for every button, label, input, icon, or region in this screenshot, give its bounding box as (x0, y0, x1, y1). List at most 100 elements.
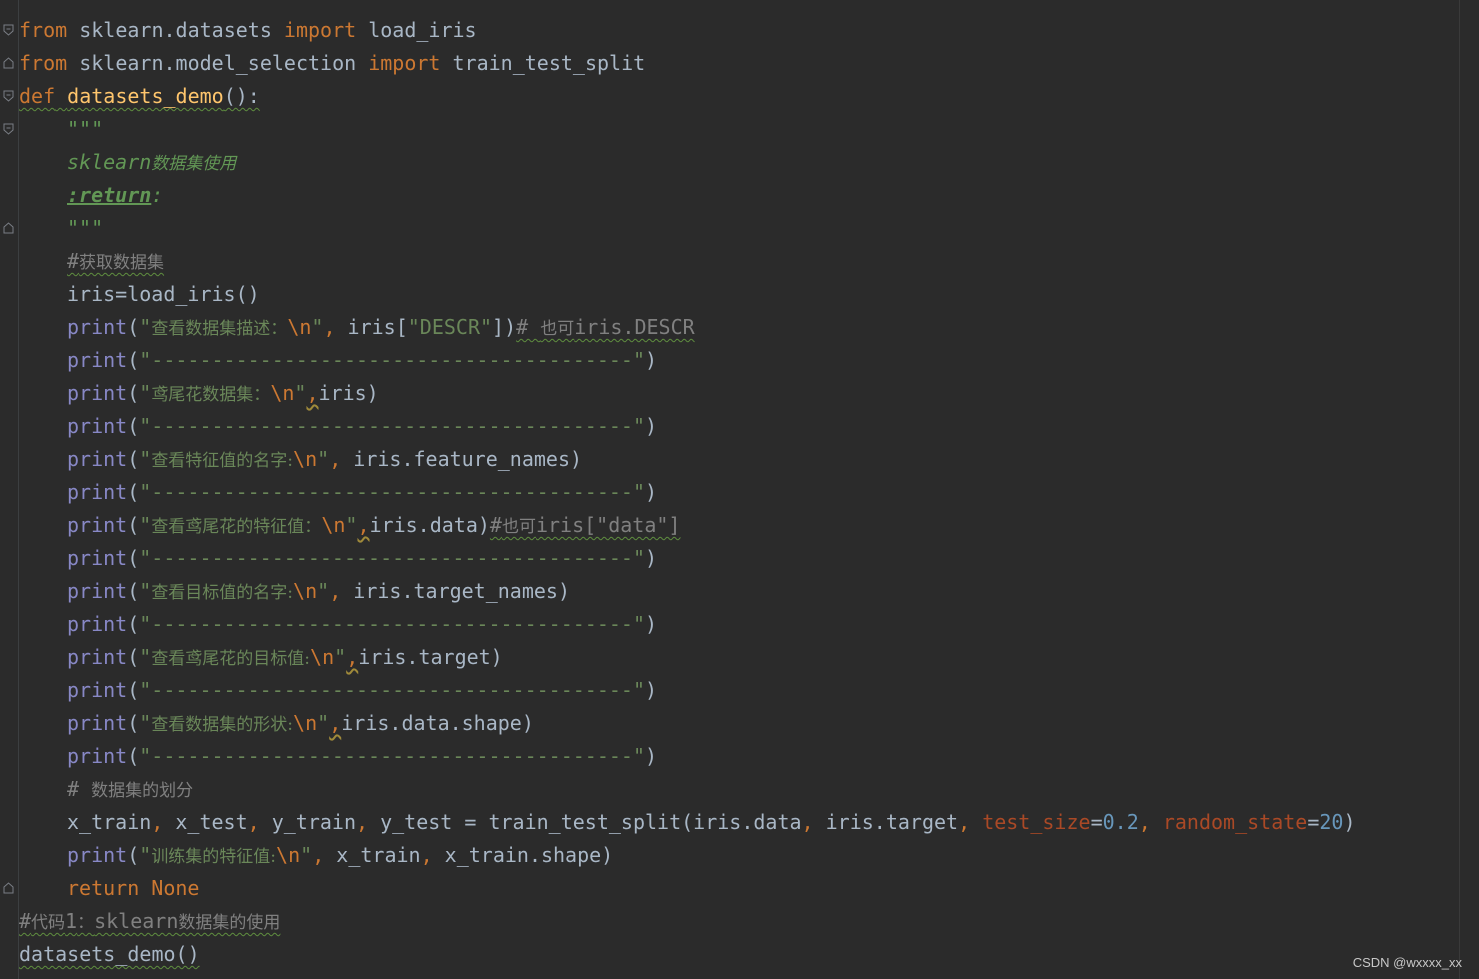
fold-open-icon[interactable] (3, 24, 14, 36)
code-line[interactable]: return None (19, 872, 1356, 905)
code-token: , (1138, 810, 1151, 834)
code-token: x_train (324, 843, 421, 867)
code-line[interactable]: #获取数据集 (19, 245, 1356, 278)
code-line[interactable]: def datasets_demo(): (19, 80, 1356, 113)
code-token: " (139, 711, 152, 735)
code-line[interactable]: from sklearn.datasets import load_iris (19, 14, 1356, 47)
code-token: ( (127, 447, 140, 471)
code-token: "---------------------------------------… (139, 480, 645, 504)
code-line[interactable]: print("---------------------------------… (19, 608, 1356, 641)
code-token: , (357, 513, 370, 537)
code-token: , (420, 843, 433, 867)
code-token: ( (127, 348, 140, 372)
code-token: iris.data) (369, 513, 490, 537)
code-line[interactable]: from sklearn.model_selection import trai… (19, 47, 1356, 80)
code-token: " (139, 645, 152, 669)
fold-close-icon[interactable] (3, 882, 14, 894)
code-token: "---------------------------------------… (139, 612, 645, 636)
code-token: iris["data"] (535, 513, 681, 537)
code-token: ]) (492, 315, 517, 339)
code-line[interactable]: #代码1：sklearn数据集的使用 (19, 905, 1356, 938)
code-token: 也可 (501, 517, 536, 537)
code-token: "---------------------------------------… (139, 744, 645, 768)
fold-close-icon[interactable] (3, 222, 14, 234)
code-line[interactable]: x_train, x_test, y_train, y_test = train… (19, 806, 1356, 839)
code-token: test_size (982, 810, 1091, 834)
code-token: " (139, 579, 152, 603)
fold-close-icon[interactable] (3, 57, 14, 69)
code-line[interactable]: # 数据集的划分 (19, 773, 1356, 806)
code-token: ( (127, 711, 140, 735)
code-token: 查看数据集的形状: (151, 715, 294, 735)
code-token: return (67, 876, 140, 900)
code-token: 数据集使用 (151, 154, 237, 174)
code-token: import (283, 18, 357, 42)
code-token: sklearn.model_selection (67, 51, 369, 75)
code-token: , (958, 810, 971, 834)
code-token: iris.data.shape) (341, 711, 534, 735)
code-token: "---------------------------------------… (139, 348, 645, 372)
code-line[interactable]: iris=load_iris() (19, 278, 1356, 311)
code-editor[interactable]: from sklearn.datasets import load_iris fr… (0, 0, 1479, 979)
code-line[interactable]: print("---------------------------------… (19, 542, 1356, 575)
code-token: from (19, 18, 68, 42)
code-token: " (294, 381, 307, 405)
code-token: import (368, 51, 441, 75)
code-area[interactable]: from sklearn.datasets import load_iris fr… (19, 14, 1356, 971)
code-token: " (334, 645, 347, 669)
code-line[interactable]: print("查看鸢尾花的目标值:\n",iris.target) (19, 641, 1356, 674)
code-line[interactable]: print("查看鸢尾花的特征值：\n",iris.data)#也可iris["… (19, 509, 1356, 542)
code-token: ) (1343, 810, 1356, 834)
code-token: iris.target (813, 810, 959, 834)
code-token: 查看目标值的名字: (151, 583, 294, 603)
fold-open-icon[interactable] (3, 90, 14, 102)
code-token: ( (127, 678, 140, 702)
code-token: ) (645, 744, 658, 768)
code-token: ) (645, 546, 658, 570)
code-token: , (329, 447, 342, 471)
code-token: ( (127, 612, 140, 636)
code-token: 也可 (540, 319, 575, 339)
code-line[interactable]: print("---------------------------------… (19, 410, 1356, 443)
code-line[interactable]: print("查看数据集描述：\n", iris["DESCR"])# 也可ir… (19, 311, 1356, 344)
right-margin-guide (1459, 0, 1460, 979)
code-token: # (67, 249, 80, 273)
code-token: ( (127, 315, 140, 339)
code-line[interactable]: :return: (19, 179, 1356, 212)
code-token: ( (127, 381, 140, 405)
code-line[interactable]: """ (19, 212, 1356, 245)
code-token: ： (77, 913, 95, 933)
code-token: (): (223, 84, 260, 108)
code-token: \n (276, 843, 301, 867)
code-line[interactable]: datasets_demo() (19, 938, 1356, 971)
code-line[interactable]: print("查看特征值的名字:\n", iris.feature_names) (19, 443, 1356, 476)
code-token: " (317, 579, 330, 603)
code-token: ( (127, 579, 140, 603)
code-token: print (67, 480, 128, 504)
code-line[interactable]: print("---------------------------------… (19, 476, 1356, 509)
code-token: print (67, 315, 128, 339)
code-token: : (151, 183, 164, 207)
code-line[interactable]: print("查看目标值的名字:\n", iris.target_names) (19, 575, 1356, 608)
fold-open-icon[interactable] (3, 123, 14, 135)
code-line[interactable]: """ (19, 113, 1356, 146)
code-line[interactable]: print("鸢尾花数据集：\n",iris) (19, 377, 1356, 410)
code-token: iris) (318, 381, 379, 405)
code-token: print (67, 744, 128, 768)
code-token: 代码 (31, 913, 66, 933)
code-token: , (329, 711, 342, 735)
code-line[interactable]: sklearn数据集使用 (19, 146, 1356, 179)
code-line[interactable]: print("训练集的特征值:\n", x_train, x_train.sha… (19, 839, 1356, 872)
code-token: print (67, 381, 128, 405)
code-line[interactable]: print("---------------------------------… (19, 674, 1356, 707)
code-line[interactable]: print("查看数据集的形状:\n",iris.data.shape) (19, 707, 1356, 740)
code-token: # (67, 777, 92, 801)
code-token: x_train (67, 810, 152, 834)
code-line[interactable]: print("---------------------------------… (19, 740, 1356, 773)
code-token: def (19, 84, 56, 108)
code-line[interactable]: print("---------------------------------… (19, 344, 1356, 377)
code-token: "---------------------------------------… (139, 678, 645, 702)
code-token: train_test_split (440, 51, 646, 75)
code-token: x_train.shape) (432, 843, 614, 867)
